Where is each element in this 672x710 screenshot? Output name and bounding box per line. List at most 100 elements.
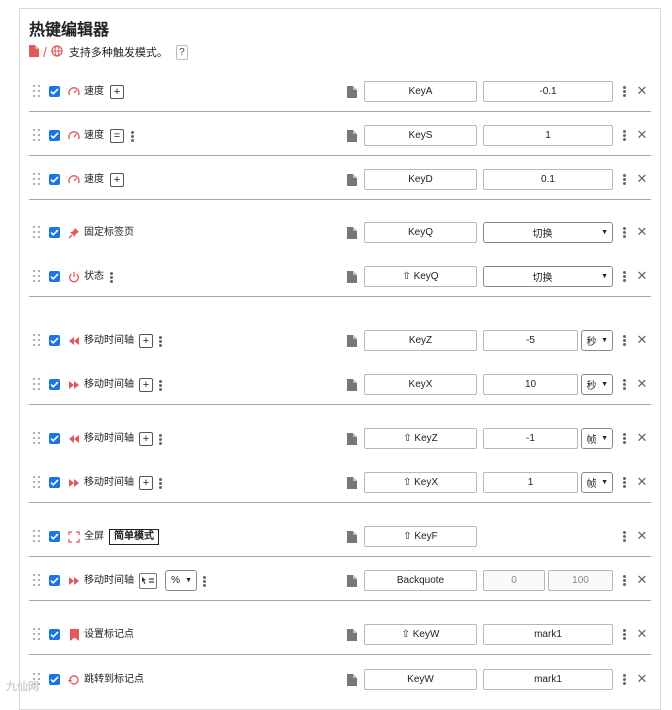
key-input[interactable]: ⇧ KeyW: [364, 624, 477, 645]
unit-select[interactable]: 秒 ▼: [581, 374, 613, 395]
drag-handle-icon[interactable]: [33, 270, 41, 284]
cursor-list-button[interactable]: [139, 573, 157, 589]
close-icon[interactable]: ✕: [636, 573, 648, 587]
kebab-icon[interactable]: [159, 478, 162, 489]
enabled-checkbox[interactable]: [49, 130, 60, 141]
unit-select[interactable]: % ▼: [165, 570, 197, 591]
kebab-icon[interactable]: [110, 272, 113, 283]
kebab-icon[interactable]: [623, 86, 626, 97]
enabled-checkbox[interactable]: [49, 379, 60, 390]
kebab-icon[interactable]: [623, 227, 626, 238]
unit-select[interactable]: 秒 ▼: [581, 330, 613, 351]
drag-handle-icon[interactable]: [33, 574, 41, 588]
value-input[interactable]: -0.1: [483, 81, 613, 102]
key-input[interactable]: KeyD: [364, 169, 477, 190]
close-icon[interactable]: ✕: [636, 172, 648, 186]
kebab-icon[interactable]: [623, 335, 626, 346]
key-input[interactable]: Backquote: [364, 570, 477, 591]
key-input[interactable]: KeyX: [364, 374, 477, 395]
drag-handle-icon[interactable]: [33, 129, 41, 143]
unit-select[interactable]: 帧 ▼: [581, 472, 613, 493]
mode-select[interactable]: 切换 ▼: [483, 222, 613, 243]
drag-handle-icon[interactable]: [33, 173, 41, 187]
enabled-checkbox[interactable]: [49, 227, 60, 238]
value-input[interactable]: -5: [483, 330, 578, 351]
add-button[interactable]: +: [139, 334, 153, 348]
value-input[interactable]: 1: [483, 472, 578, 493]
close-icon[interactable]: ✕: [636, 475, 648, 489]
drag-handle-icon[interactable]: [33, 432, 41, 446]
kebab-icon[interactable]: [623, 629, 626, 640]
enabled-checkbox[interactable]: [49, 477, 60, 488]
kebab-icon[interactable]: [623, 433, 626, 444]
kebab-icon[interactable]: [623, 130, 626, 141]
drag-handle-icon[interactable]: [33, 476, 41, 490]
value-input[interactable]: mark1: [483, 669, 613, 690]
kebab-icon[interactable]: [131, 131, 134, 142]
close-icon[interactable]: ✕: [636, 269, 648, 283]
document-icon: [347, 530, 357, 543]
value-input[interactable]: 0.1: [483, 169, 613, 190]
unit-select[interactable]: 帧 ▼: [581, 428, 613, 449]
key-input[interactable]: ⇧ KeyX: [364, 472, 477, 493]
drag-handle-icon[interactable]: [33, 628, 41, 642]
key-input[interactable]: ⇧ KeyZ: [364, 428, 477, 449]
close-icon[interactable]: ✕: [636, 627, 648, 641]
mode-select[interactable]: 切换 ▼: [483, 266, 613, 287]
drag-handle-icon[interactable]: [33, 530, 41, 544]
add-button[interactable]: +: [139, 378, 153, 392]
range-to-input[interactable]: 100: [548, 570, 613, 591]
add-button[interactable]: +: [110, 173, 124, 187]
kebab-icon[interactable]: [159, 434, 162, 445]
simple-mode-button[interactable]: 简单模式: [109, 529, 159, 545]
kebab-icon[interactable]: [623, 575, 626, 586]
drag-handle-icon[interactable]: [33, 334, 41, 348]
value-input[interactable]: mark1: [483, 624, 613, 645]
kebab-icon[interactable]: [623, 271, 626, 282]
enabled-checkbox[interactable]: [49, 575, 60, 586]
enabled-checkbox[interactable]: [49, 335, 60, 346]
kebab-icon[interactable]: [623, 531, 626, 542]
key-input[interactable]: ⇧ KeyF: [364, 526, 477, 547]
kebab-icon[interactable]: [159, 380, 162, 391]
close-icon[interactable]: ✕: [636, 431, 648, 445]
kebab-icon[interactable]: [159, 336, 162, 347]
enabled-checkbox[interactable]: [49, 174, 60, 185]
value-input[interactable]: 1: [483, 125, 613, 146]
drag-handle-icon[interactable]: [33, 85, 41, 99]
add-button[interactable]: +: [110, 85, 124, 99]
key-input[interactable]: KeyQ: [364, 222, 477, 243]
close-icon[interactable]: ✕: [636, 225, 648, 239]
close-icon[interactable]: ✕: [636, 128, 648, 142]
close-icon[interactable]: ✕: [636, 84, 648, 98]
kebab-icon[interactable]: [203, 576, 206, 587]
enabled-checkbox[interactable]: [49, 629, 60, 640]
kebab-icon[interactable]: [623, 379, 626, 390]
key-input[interactable]: KeyW: [364, 669, 477, 690]
range-from-input[interactable]: 0: [483, 570, 545, 591]
drag-handle-icon[interactable]: [33, 378, 41, 392]
enabled-checkbox[interactable]: [49, 433, 60, 444]
close-icon[interactable]: ✕: [636, 672, 648, 686]
add-button[interactable]: +: [139, 432, 153, 446]
add-button[interactable]: +: [139, 476, 153, 490]
value-input[interactable]: -1: [483, 428, 578, 449]
key-input[interactable]: ⇧ KeyQ: [364, 266, 477, 287]
help-button[interactable]: ?: [175, 44, 188, 60]
kebab-icon[interactable]: [623, 174, 626, 185]
key-input[interactable]: KeyZ: [364, 330, 477, 351]
key-input[interactable]: KeyA: [364, 81, 477, 102]
enabled-checkbox[interactable]: [49, 86, 60, 97]
equals-button[interactable]: =: [110, 129, 124, 143]
close-icon[interactable]: ✕: [636, 529, 648, 543]
kebab-icon[interactable]: [623, 477, 626, 488]
close-icon[interactable]: ✕: [636, 377, 648, 391]
enabled-checkbox[interactable]: [49, 531, 60, 542]
key-input[interactable]: KeyS: [364, 125, 477, 146]
close-icon[interactable]: ✕: [636, 333, 648, 347]
enabled-checkbox[interactable]: [49, 674, 60, 685]
drag-handle-icon[interactable]: [33, 226, 41, 240]
value-input[interactable]: 10: [483, 374, 578, 395]
kebab-icon[interactable]: [623, 674, 626, 685]
enabled-checkbox[interactable]: [49, 271, 60, 282]
